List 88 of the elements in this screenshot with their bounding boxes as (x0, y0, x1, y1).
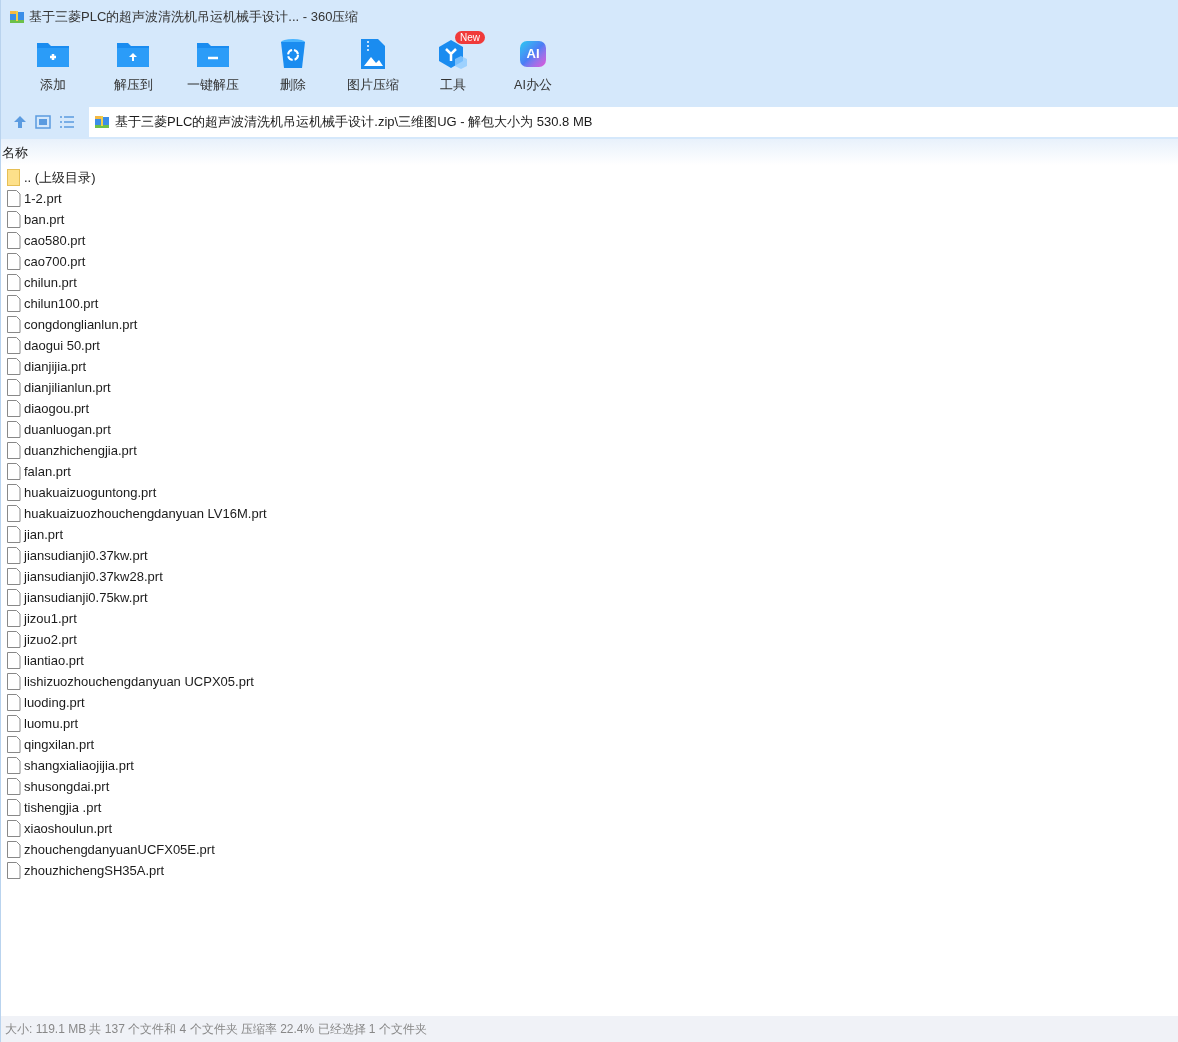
file-icon (7, 274, 21, 291)
toolbar-button[interactable]: 添加 (13, 33, 93, 97)
file-icon (7, 736, 21, 753)
file-row[interactable]: jiansudianji0.75kw.prt (1, 587, 1178, 608)
file-icon (7, 358, 21, 375)
file-icon (7, 589, 21, 606)
file-row[interactable]: shusongdai.prt (1, 776, 1178, 797)
file-row[interactable]: luomu.prt (1, 713, 1178, 734)
address-field[interactable]: 基于三菱PLC的超声波清洗机吊运机械手设计.zip\三维图UG - 解包大小为 530.8 MB (89, 107, 1178, 137)
file-icon (7, 673, 21, 690)
file-row[interactable]: ban.prt (1, 209, 1178, 230)
file-icon (7, 547, 21, 564)
file-icon (7, 421, 21, 438)
file-icon (7, 862, 21, 879)
file-row[interactable]: congdonglianlun.prt (1, 314, 1178, 335)
column-header[interactable]: 名称 (1, 144, 29, 165)
file-icon (7, 652, 21, 669)
file-row[interactable]: dianjijia.prt (1, 356, 1178, 377)
list-view-icon[interactable] (59, 115, 75, 129)
file-row[interactable]: luoding.prt (1, 692, 1178, 713)
file-icon (7, 568, 21, 585)
file-row[interactable]: lishizuozhouchengdanyuan UCPX05.prt (1, 671, 1178, 692)
file-icon (7, 631, 21, 648)
file-icon (7, 799, 21, 816)
image-file-icon (360, 38, 386, 70)
file-row[interactable]: zhouchengdanyuanUCFX05E.prt (1, 839, 1178, 860)
file-row[interactable]: dianjilianlun.prt (1, 377, 1178, 398)
file-row[interactable]: duanzhichengjia.prt (1, 440, 1178, 461)
file-icon (7, 610, 21, 627)
file-row[interactable]: huakuaizuozhouchengdanyuan LV16M.prt (1, 503, 1178, 524)
thumbnail-view-icon[interactable] (35, 115, 51, 129)
file-icon (7, 484, 21, 501)
file-icon (7, 295, 21, 312)
trash-can-icon (280, 38, 306, 70)
file-icon (7, 778, 21, 795)
file-icon (7, 841, 21, 858)
window-title: 基于三菱PLC的超声波清洗机吊运机械手设计... - 360压缩 (29, 7, 359, 26)
file-icon (7, 253, 21, 270)
file-row[interactable]: cao580.prt (1, 230, 1178, 251)
file-row[interactable]: liantiao.prt (1, 650, 1178, 671)
status-text: 大小: 119.1 MB 共 137 个文件和 4 个文件夹 压缩率 22.4% 已经选择 1 个文件夹 (5, 1021, 427, 1038)
file-icon (7, 757, 21, 774)
file-row[interactable]: huakuaizuoguntong.prt (1, 482, 1178, 503)
file-icon (7, 379, 21, 396)
up-arrow-icon[interactable] (13, 115, 27, 129)
ai-logo-icon: AI (520, 41, 546, 67)
folder-icon (7, 169, 21, 186)
file-row[interactable]: 1-2.prt (1, 188, 1178, 209)
file-row[interactable]: chilun.prt (1, 272, 1178, 293)
file-row[interactable]: qingxilan.prt (1, 734, 1178, 755)
file-row[interactable]: diaogou.prt (1, 398, 1178, 419)
file-icon (7, 526, 21, 543)
toolbar-button[interactable]: AI AI办公 (493, 33, 573, 97)
file-icon (7, 211, 21, 228)
file-row[interactable]: jiansudianji0.37kw28.prt (1, 566, 1178, 587)
file-icon (7, 715, 21, 732)
file-icon (7, 820, 21, 837)
file-row[interactable]: xiaoshoulun.prt (1, 818, 1178, 839)
toolbar-button[interactable]: New 工具 (413, 33, 493, 97)
file-icon (7, 232, 21, 249)
file-icon (7, 190, 21, 207)
file-icon (7, 505, 21, 522)
file-row[interactable]: shangxialiaojijia.prt (1, 755, 1178, 776)
new-badge: New (455, 31, 485, 44)
toolbar-button[interactable]: 删除 (253, 33, 333, 97)
file-row[interactable]: .. (上级目录) (1, 167, 1178, 188)
file-row[interactable]: zhouzhichengSH35A.prt (1, 860, 1178, 881)
file-row[interactable]: duanluogan.prt (1, 419, 1178, 440)
file-icon (7, 337, 21, 354)
file-icon (7, 694, 21, 711)
file-row[interactable]: jizou1.prt (1, 608, 1178, 629)
file-row[interactable]: jian.prt (1, 524, 1178, 545)
file-icon (7, 463, 21, 480)
archive-icon (9, 8, 25, 25)
file-row[interactable]: chilun100.prt (1, 293, 1178, 314)
file-row[interactable]: jiansudianji0.37kw.prt (1, 545, 1178, 566)
toolbar-button[interactable]: 一键解压 (173, 33, 253, 97)
toolbar-button[interactable]: 解压到 (93, 33, 173, 97)
file-row[interactable]: cao700.prt (1, 251, 1178, 272)
file-row[interactable]: tishengjia .prt (1, 797, 1178, 818)
file-row[interactable]: daogui 50.prt (1, 335, 1178, 356)
file-icon (7, 442, 21, 459)
toolbar-button[interactable]: 图片压缩 (333, 33, 413, 97)
file-icon (7, 316, 21, 333)
file-row[interactable]: falan.prt (1, 461, 1178, 482)
file-icon (7, 400, 21, 417)
archive-icon (94, 114, 110, 130)
file-row[interactable]: jizuo2.prt (1, 629, 1178, 650)
